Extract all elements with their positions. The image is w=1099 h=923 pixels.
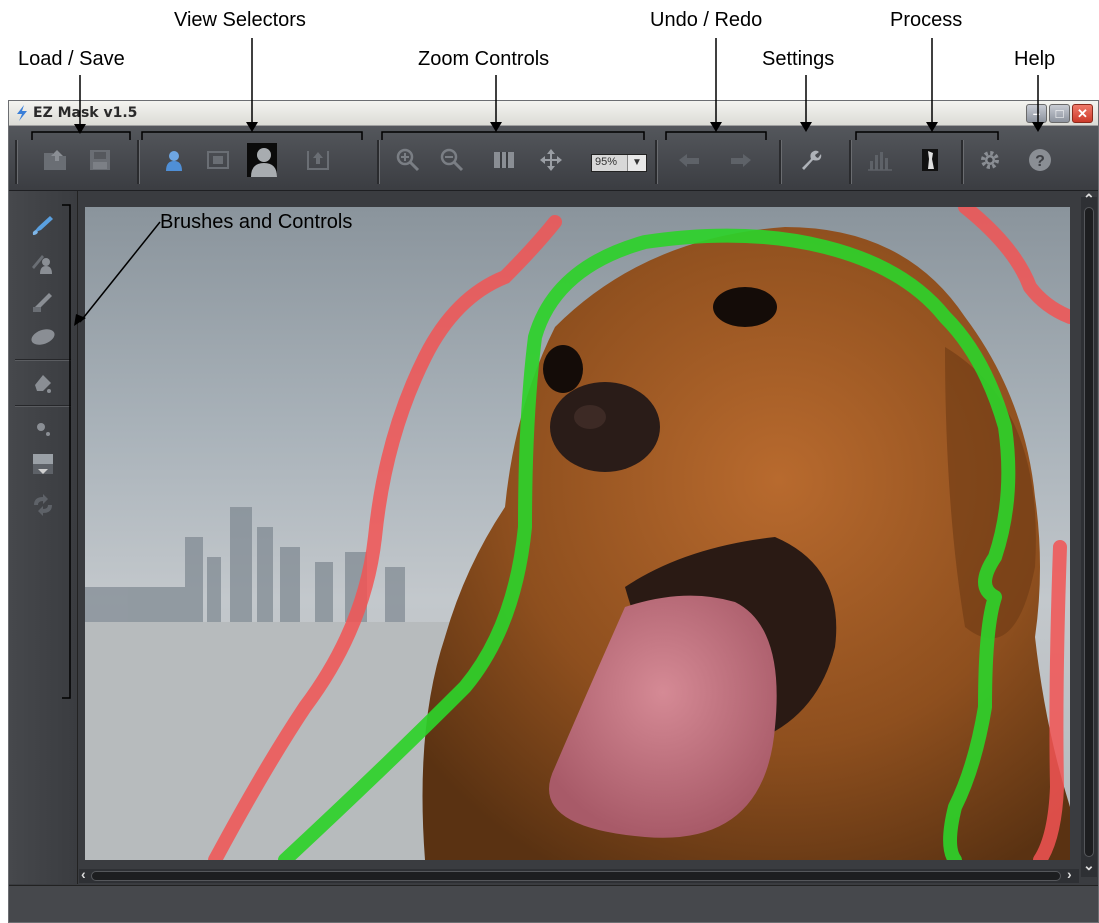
- minimize-button[interactable]: –: [1026, 104, 1047, 123]
- mask-view-icon: [207, 151, 229, 169]
- vertical-scroll-thumb[interactable]: [1084, 207, 1094, 857]
- window-title: EZ Mask v1.5: [33, 105, 138, 121]
- zoom-level-value: 95%: [595, 156, 618, 168]
- toolbar-separator: [137, 140, 140, 184]
- callout-undo-redo: Undo / Redo: [650, 9, 763, 31]
- pan-button[interactable]: [536, 146, 566, 174]
- fill-icon: [35, 375, 51, 393]
- process-button[interactable]: [915, 146, 945, 174]
- callout-brushes: Brushes and Controls: [160, 211, 353, 233]
- save-button[interactable]: [85, 146, 115, 174]
- status-bar: [9, 885, 1098, 922]
- dog-photo-image: [85, 207, 1070, 860]
- close-icon: ✕: [1077, 106, 1088, 121]
- toolbar-separator: [655, 140, 658, 184]
- foreground-view-button[interactable]: [159, 146, 189, 174]
- settings-button[interactable]: [795, 146, 825, 174]
- toolbar-separator: [15, 140, 18, 184]
- toolbar-separator: [377, 140, 380, 184]
- vertical-scrollbar[interactable]: ⌃ ⌄: [1081, 191, 1097, 877]
- horizontal-scrollbar[interactable]: ‹ ›: [79, 866, 1079, 883]
- chevron-down-icon[interactable]: ▼: [627, 155, 646, 171]
- zoom-out-icon: [440, 148, 464, 172]
- eraser-icon: [31, 329, 55, 345]
- toolbar-separator: [849, 140, 852, 184]
- app-logo-icon: [17, 105, 27, 121]
- export-view-button[interactable]: [303, 146, 333, 174]
- callout-load-save: Load / Save: [18, 48, 125, 70]
- zoom-level-select[interactable]: 95% ▼: [591, 154, 647, 172]
- horizontal-scroll-thumb[interactable]: [91, 871, 1061, 881]
- redo-icon: [731, 154, 751, 167]
- image-canvas[interactable]: [85, 207, 1070, 860]
- fill-button[interactable]: [27, 369, 59, 397]
- drop-brush-button[interactable]: [27, 249, 59, 277]
- eraser-button[interactable]: [27, 323, 59, 351]
- sidebar-separator: [15, 359, 71, 361]
- scroll-down-icon[interactable]: ⌄: [1083, 857, 1095, 874]
- brush-size-button[interactable]: [27, 415, 59, 443]
- callout-help: Help: [1014, 48, 1056, 70]
- detail-brush-icon: [33, 293, 52, 312]
- callout-process: Process: [890, 9, 963, 31]
- title-bar[interactable]: EZ Mask v1.5 – □ ✕: [9, 101, 1098, 126]
- keep-brush-icon: [32, 216, 53, 235]
- toolbar-separator: [779, 140, 782, 184]
- brush-sidebar: [9, 191, 78, 884]
- process-icon: [922, 149, 938, 171]
- view-mask-toggle[interactable]: [27, 451, 59, 479]
- scroll-left-icon[interactable]: ‹: [81, 866, 86, 882]
- svg-text:?: ?: [1035, 153, 1045, 170]
- silhouette-view-button[interactable]: [247, 143, 277, 177]
- gear-icon: [981, 151, 999, 169]
- open-icon: [44, 150, 66, 170]
- open-button[interactable]: [41, 146, 71, 174]
- zoom-out-button[interactable]: [437, 146, 467, 174]
- refresh-button[interactable]: [27, 491, 59, 519]
- minimize-icon: –: [1032, 106, 1041, 121]
- close-button[interactable]: ✕: [1072, 104, 1093, 123]
- fit-icon: [494, 152, 514, 168]
- redo-button[interactable]: [725, 146, 755, 174]
- preferences-button[interactable]: [975, 146, 1005, 174]
- toolbar-separator: [961, 140, 964, 184]
- sidebar-separator: [15, 405, 71, 407]
- refresh-icon: [34, 494, 52, 516]
- drop-brush-icon: [32, 255, 52, 274]
- scroll-up-icon[interactable]: ⌃: [1083, 191, 1095, 208]
- callout-settings: Settings: [762, 48, 835, 70]
- main-toolbar: 95% ▼ ?: [9, 126, 1098, 191]
- silhouette-view-icon: [247, 143, 277, 177]
- brush-size-icon: [37, 423, 50, 436]
- fit-view-button[interactable]: [489, 146, 519, 174]
- help-icon: ?: [1029, 149, 1051, 171]
- scroll-right-icon[interactable]: ›: [1067, 866, 1072, 882]
- view-mask-icon: [33, 454, 53, 474]
- export-view-icon: [307, 151, 329, 170]
- save-icon: [90, 150, 110, 170]
- maximize-button[interactable]: □: [1049, 104, 1070, 123]
- callout-zoom-controls: Zoom Controls: [418, 48, 550, 70]
- help-button[interactable]: ?: [1025, 146, 1055, 174]
- pan-icon: [540, 149, 562, 171]
- zoom-in-button[interactable]: [393, 146, 423, 174]
- undo-button[interactable]: [675, 146, 705, 174]
- wrench-icon: [802, 150, 822, 170]
- detail-brush-button[interactable]: [27, 287, 59, 315]
- histogram-button[interactable]: [865, 146, 895, 174]
- zoom-in-icon: [396, 148, 420, 172]
- undo-icon: [679, 154, 699, 167]
- maximize-icon: □: [1055, 106, 1064, 121]
- mask-view-button[interactable]: [203, 146, 233, 174]
- histogram-icon: [868, 152, 892, 171]
- foreground-view-icon: [166, 151, 182, 171]
- callout-view-selectors: View Selectors: [174, 9, 306, 31]
- keep-brush-button[interactable]: [27, 211, 59, 239]
